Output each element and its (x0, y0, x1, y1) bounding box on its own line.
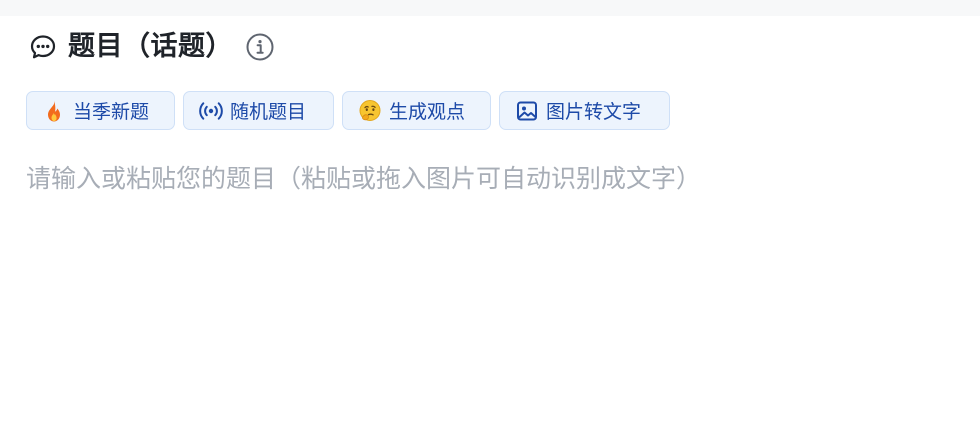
image-to-text-label: 图片转文字 (546, 101, 642, 123)
top-divider-strip (0, 0, 980, 16)
fire-icon (41, 98, 67, 124)
quick-action-chips: 当季新题 随机题目 生成观点 图片转文字 (26, 91, 670, 130)
generate-viewpoint-label: 生成观点 (389, 101, 466, 123)
thinking-face-icon (357, 98, 383, 124)
generate-viewpoint-button[interactable]: 生成观点 (342, 91, 491, 130)
chat-bubble-icon (28, 32, 58, 62)
seasonal-topics-button[interactable]: 当季新题 (26, 91, 175, 130)
image-to-text-button[interactable]: 图片转文字 (499, 91, 670, 130)
random-topic-button[interactable]: 随机题目 (183, 91, 334, 130)
random-topic-label: 随机题目 (230, 101, 307, 123)
seasonal-topics-label: 当季新题 (73, 101, 150, 123)
topic-input[interactable] (26, 160, 956, 410)
info-icon[interactable] (245, 32, 275, 62)
page-title: 题目（话题） (68, 31, 233, 62)
broadcast-icon (198, 98, 224, 124)
section-header: 题目（话题） (28, 28, 275, 66)
image-icon (514, 98, 540, 124)
